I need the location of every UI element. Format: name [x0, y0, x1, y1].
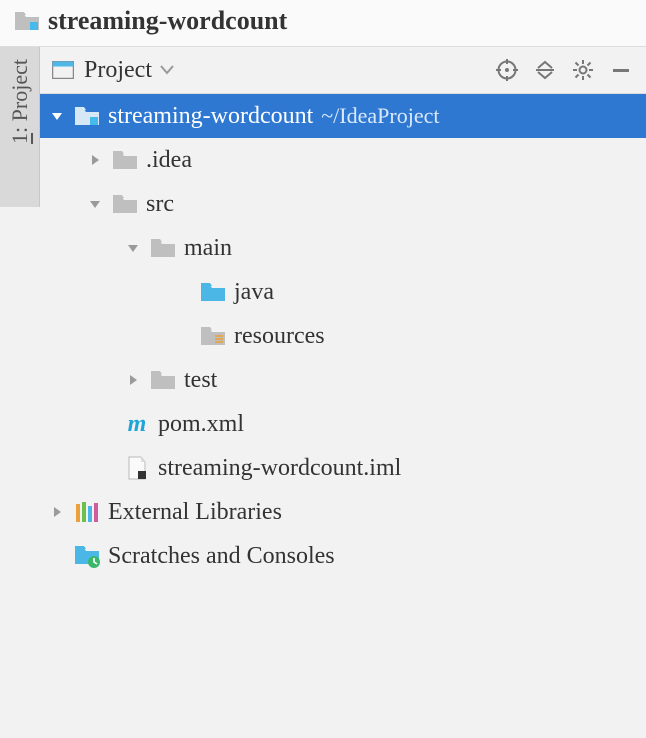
collapse-arrow-icon[interactable]	[124, 373, 142, 387]
settings-button[interactable]	[568, 55, 598, 85]
tool-window-tab-project[interactable]: 1: Project	[0, 47, 40, 207]
project-view-selector-label: Project	[84, 57, 152, 84]
folder-icon	[150, 237, 176, 259]
tree-item-label: resources	[234, 323, 325, 350]
tree-item-label: External Libraries	[108, 499, 282, 526]
scroll-from-source-button[interactable]	[492, 55, 522, 85]
tree-item-label: src	[146, 191, 174, 218]
tree-item-label: .idea	[146, 147, 192, 174]
folder-icon	[112, 193, 138, 215]
tree-item-label: pom.xml	[158, 411, 244, 438]
chevron-down-icon	[160, 65, 174, 75]
tree-item-label: test	[184, 367, 217, 394]
tree-item-src[interactable]: src	[40, 182, 646, 226]
module-folder-icon	[74, 105, 100, 127]
project-tree[interactable]: streaming-wordcount ~/IdeaProject .idea	[40, 94, 646, 738]
tree-item-main[interactable]: main	[40, 226, 646, 270]
maven-file-icon: m	[124, 413, 150, 435]
tree-item-label: main	[184, 235, 232, 262]
tree-item-label: streaming-wordcount.iml	[158, 455, 401, 482]
resources-folder-icon	[200, 325, 226, 347]
source-folder-icon	[200, 281, 226, 303]
tree-item-idea[interactable]: .idea	[40, 138, 646, 182]
scratches-icon	[74, 545, 100, 567]
libraries-icon	[74, 501, 100, 523]
folder-icon	[150, 369, 176, 391]
tree-root[interactable]: streaming-wordcount ~/IdeaProject	[40, 94, 646, 138]
tree-item-label: streaming-wordcount	[108, 103, 313, 130]
module-folder-icon	[14, 10, 40, 32]
hide-button[interactable]	[606, 55, 636, 85]
project-tool-header: Project	[40, 47, 646, 94]
tree-item-scratches[interactable]: Scratches and Consoles	[40, 534, 646, 578]
tool-window-tab-label: 1: Project	[7, 59, 33, 144]
expand-arrow-icon[interactable]	[124, 241, 142, 255]
iml-file-icon	[124, 457, 150, 479]
window-icon	[50, 59, 76, 81]
breadcrumb: streaming-wordcount	[0, 0, 646, 47]
breadcrumb-project-name[interactable]: streaming-wordcount	[48, 6, 287, 36]
collapse-all-button[interactable]	[530, 55, 560, 85]
tree-item-pom[interactable]: m pom.xml	[40, 402, 646, 446]
tree-item-resources[interactable]: resources	[40, 314, 646, 358]
tree-item-label: Scratches and Consoles	[108, 543, 335, 570]
project-view-selector[interactable]: Project	[50, 57, 174, 84]
collapse-arrow-icon[interactable]	[86, 153, 104, 167]
tree-item-label: java	[234, 279, 274, 306]
collapse-arrow-icon[interactable]	[48, 505, 66, 519]
tree-item-java[interactable]: java	[40, 270, 646, 314]
tree-item-iml[interactable]: streaming-wordcount.iml	[40, 446, 646, 490]
tree-item-path: ~/IdeaProject	[321, 103, 439, 129]
tree-item-external-libraries[interactable]: External Libraries	[40, 490, 646, 534]
tree-item-test[interactable]: test	[40, 358, 646, 402]
expand-arrow-icon[interactable]	[48, 109, 66, 123]
folder-icon	[112, 149, 138, 171]
expand-arrow-icon[interactable]	[86, 197, 104, 211]
